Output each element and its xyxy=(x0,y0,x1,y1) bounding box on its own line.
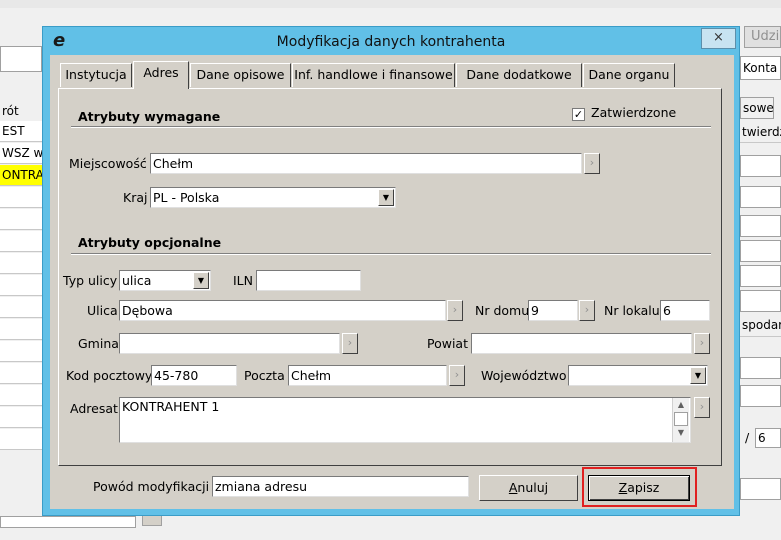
bg-right-row xyxy=(740,240,781,262)
bg-left-row xyxy=(0,407,42,428)
bg-left-row xyxy=(0,187,42,208)
dialog-client: Instytucja Adres Dane opisowe Inf. handl… xyxy=(50,55,734,509)
bg-bottom-field xyxy=(0,516,136,528)
bg-right-row xyxy=(740,155,781,177)
bg-left-field xyxy=(0,46,42,72)
tab-institution[interactable]: Instytucja xyxy=(60,63,132,87)
chevron-down-icon[interactable]: ▼ xyxy=(690,367,706,384)
commune-field[interactable] xyxy=(119,333,340,354)
country-label: Kraj xyxy=(123,190,148,205)
bg-left-row xyxy=(0,429,42,450)
bg-left-row xyxy=(0,385,42,406)
bg-right-row: twierdz xyxy=(740,122,781,143)
iln-field[interactable] xyxy=(256,270,361,291)
save-accelerator: Z xyxy=(618,480,628,495)
bg-right-button[interactable]: Udzi xyxy=(744,26,781,48)
voivodeship-select[interactable] xyxy=(568,365,708,386)
bg-right-row xyxy=(740,215,781,237)
bg-left-row xyxy=(0,209,42,230)
addressee-label: Adresat xyxy=(70,401,118,416)
tab-authority-data[interactable]: Dane organu xyxy=(583,63,675,87)
bg-right-row xyxy=(740,478,781,500)
bg-right-row xyxy=(740,265,781,287)
bg-right-tab[interactable]: sowe xyxy=(740,97,774,119)
cancel-button[interactable]: Anuluj xyxy=(479,475,578,501)
required-attributes-heading: Atrybuty wymagane xyxy=(78,109,221,124)
approved-checkbox[interactable]: ✓ xyxy=(572,108,585,121)
city-field[interactable]: Chełm xyxy=(150,153,582,174)
post-office-lookup-button[interactable]: › xyxy=(449,365,465,386)
addressee-scrollbar[interactable]: ▲ ▼ xyxy=(672,398,689,442)
chevron-down-icon[interactable]: ▼ xyxy=(378,189,394,206)
flat-number-field[interactable]: 6 xyxy=(660,300,710,321)
street-type-label: Typ ulicy xyxy=(63,273,118,288)
county-lookup-button[interactable]: › xyxy=(694,333,710,354)
bg-right-row xyxy=(740,357,781,379)
addressee-textarea[interactable]: KONTRAHENT 1 xyxy=(119,397,691,443)
bg-left-row xyxy=(0,253,42,274)
bg-left-row xyxy=(0,231,42,252)
city-label: Miejscowość xyxy=(69,156,147,171)
tab-commercial-financial[interactable]: Inf. handlowe i finansowe xyxy=(292,63,455,87)
county-label: Powiat xyxy=(427,336,468,351)
scroll-down-icon[interactable]: ▼ xyxy=(673,426,689,440)
country-select[interactable]: PL - Polska xyxy=(150,187,396,208)
approved-label: Zatwierdzone xyxy=(591,105,677,120)
flat-number-label: Nr lokalu xyxy=(604,303,660,318)
street-field[interactable]: Dębowa xyxy=(119,300,446,321)
bg-right-row: spodar xyxy=(740,315,781,337)
tab-address[interactable]: Adres xyxy=(133,61,189,89)
bg-left-row: EST xyxy=(0,121,42,142)
bg-left-header: rót xyxy=(0,101,42,121)
chevron-down-icon[interactable]: ▼ xyxy=(193,272,209,289)
street-label: Ulica xyxy=(87,303,118,318)
house-number-label: Nr domu xyxy=(475,303,530,318)
city-lookup-button[interactable]: › xyxy=(584,153,600,174)
bg-top-strip xyxy=(0,0,781,8)
bg-left-row: WSZ w xyxy=(0,143,42,164)
save-button[interactable]: Zapisz xyxy=(588,475,690,501)
bg-left-row xyxy=(0,363,42,384)
save-label: apisz xyxy=(627,480,660,495)
iln-label: ILN xyxy=(233,273,254,288)
postcode-label: Kod pocztowy xyxy=(66,368,153,383)
tab-descriptive-data[interactable]: Dane opisowe xyxy=(190,63,291,87)
dialog-title: Modyfikacja danych kontrahenta xyxy=(276,34,506,50)
house-number-lookup-button[interactable]: › xyxy=(579,300,595,321)
bg-left-row xyxy=(0,297,42,318)
modify-contractor-dialog: e Modyfikacja danych kontrahenta × Insty… xyxy=(42,26,740,516)
reason-label: Powód modyfikacji xyxy=(93,479,210,494)
bg-right-field: 6 xyxy=(755,428,781,448)
voivodeship-label: Województwo xyxy=(481,368,567,383)
address-tab-page: Atrybuty wymagane ✓ Zatwierdzone Miejsco… xyxy=(58,88,722,466)
bg-right-row xyxy=(740,385,781,407)
house-number-field[interactable]: 9 xyxy=(528,300,578,321)
bg-right-row xyxy=(740,186,781,208)
bg-right-field: Konta K xyxy=(740,56,781,80)
county-field[interactable] xyxy=(471,333,692,354)
optional-divider xyxy=(71,253,711,255)
bg-left-row xyxy=(0,275,42,296)
addressee-lookup-button[interactable]: › xyxy=(694,397,710,418)
bg-slash: / xyxy=(745,430,750,445)
bg-left-row xyxy=(0,341,42,362)
dialog-titlebar[interactable]: e Modyfikacja danych kontrahenta × xyxy=(43,27,739,55)
bg-right-row xyxy=(740,290,781,312)
bg-left-row-highlight: ONTRA xyxy=(0,165,42,186)
optional-attributes-heading: Atrybuty opcjonalne xyxy=(78,235,222,250)
bg-left-row xyxy=(0,319,42,340)
postcode-field[interactable]: 45-780 xyxy=(151,365,237,386)
commune-lookup-button[interactable]: › xyxy=(342,333,358,354)
required-divider xyxy=(71,126,711,128)
reason-field[interactable]: zmiana adresu xyxy=(212,476,469,497)
scroll-up-icon[interactable]: ▲ xyxy=(673,398,689,412)
street-lookup-button[interactable]: › xyxy=(447,300,463,321)
cancel-label: nuluj xyxy=(517,480,549,495)
scroll-thumb[interactable] xyxy=(674,412,688,426)
commune-label: Gmina xyxy=(78,336,119,351)
close-icon[interactable]: × xyxy=(701,28,736,49)
tab-additional-data[interactable]: Dane dodatkowe xyxy=(456,63,582,87)
post-office-field[interactable]: Chełm xyxy=(288,365,447,386)
post-office-label: Poczta xyxy=(244,368,285,383)
